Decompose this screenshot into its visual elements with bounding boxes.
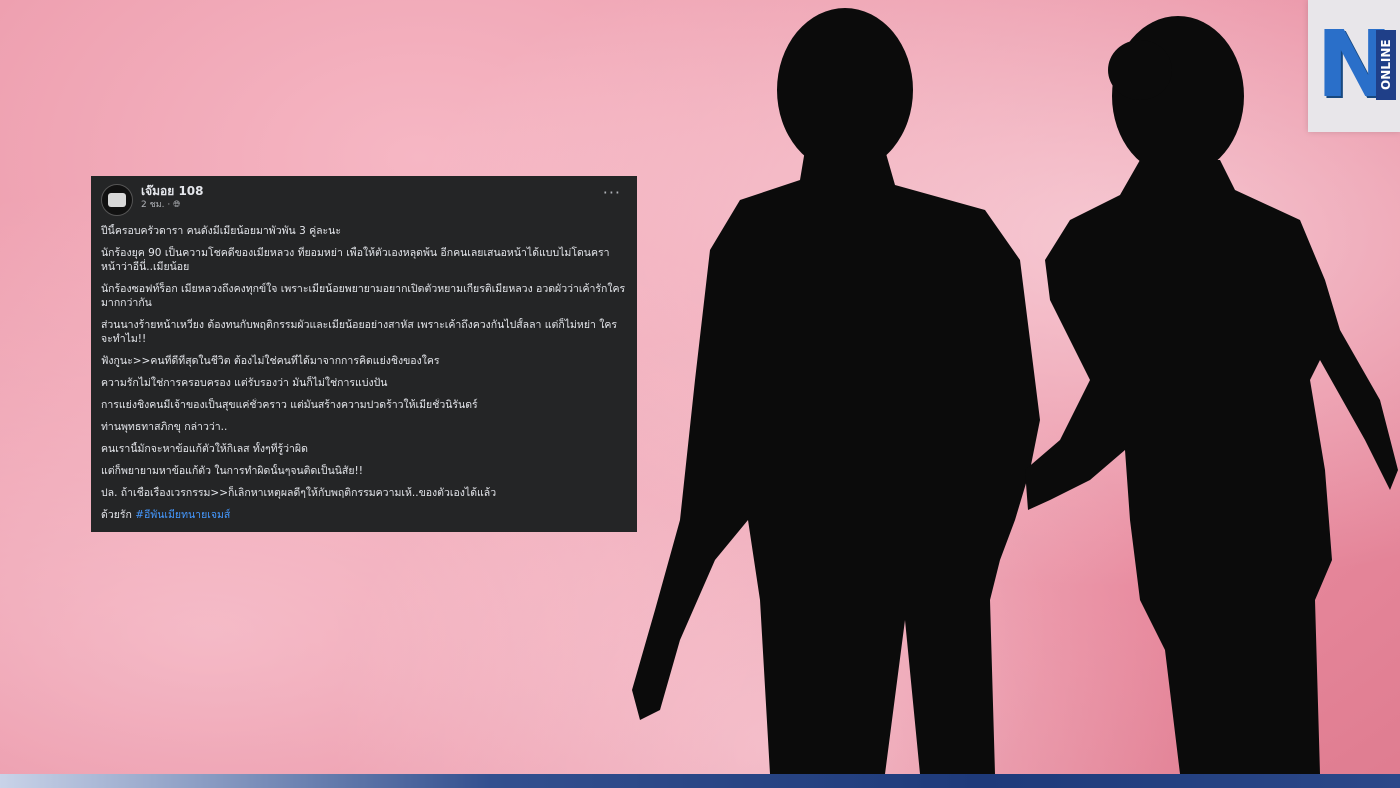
- more-options-icon[interactable]: ···: [603, 184, 627, 202]
- post-line: ปล. ถ้าเชื่อเรื่องเวรกรรม>>ก็เลิกหาเหตุผ…: [101, 487, 497, 499]
- post-meta: 2 ชม. · 🌐︎: [141, 199, 204, 212]
- post-line: ฟังกูนะ>>คนที่ดีที่สุดในชีวิต ต้องไม่ใช่…: [101, 355, 440, 367]
- post-line: ปีนี้ครอบครัวดารา คนดังมีเมียน้อยมาพัวพั…: [101, 225, 341, 237]
- closing-prefix: ด้วยรัก: [101, 509, 132, 521]
- facebook-post-card: เจ๊มอย 108 2 ชม. · 🌐︎ ··· ปีนี้ครอบครัวด…: [91, 176, 637, 532]
- post-author-block: เจ๊มอย 108 2 ชม. · 🌐︎: [141, 184, 204, 212]
- logo-mark: N: [1316, 11, 1393, 118]
- post-line: ท่านพุทธทาสภิกขุ กล่าวว่า..: [101, 421, 228, 433]
- avatar-image: [108, 193, 126, 207]
- post-body: ปีนี้ครอบครัวดารา คนดังมีเมียน้อยมาพัวพั…: [101, 224, 627, 522]
- bottom-bar: [0, 774, 1400, 788]
- post-time[interactable]: 2 ชม.: [141, 200, 165, 210]
- post-line: ส่วนนางร้ายหน้าเหวี่ยง ต้องทนกับพฤติกรรม…: [101, 319, 618, 345]
- logo-label: ONLINE: [1376, 30, 1396, 100]
- globe-icon: 🌐︎: [173, 200, 181, 210]
- post-line: ความรักไม่ใช่การครอบครอง แต่รับรองว่า มั…: [101, 377, 388, 389]
- post-author[interactable]: เจ๊มอย 108: [141, 184, 204, 199]
- post-header: เจ๊มอย 108 2 ชม. · 🌐︎ ···: [101, 184, 627, 218]
- post-line: การแย่งชิงคนมีเจ้าของเป็นสุขแค่ชั่วคราว …: [101, 399, 478, 411]
- post-line: นักร้องยุค 90 เป็นความโชคดีของเมียหลวง ท…: [101, 247, 610, 273]
- couple-silhouette-image: [632, 8, 1398, 774]
- post-line: แต่ก็พยายามหาข้อแก้ตัว ในการทำผิดนั้นๆจน…: [101, 465, 363, 477]
- hashtag-link[interactable]: #อีพันเมียทนายเจมส์: [135, 509, 230, 521]
- post-closing: ด้วยรัก #อีพันเมียทนายเจมส์: [101, 508, 627, 522]
- post-line: นักร้องซอฟท์ร็อก เมียหลวงถึงคงทุกข์ใจ เพ…: [101, 283, 626, 309]
- post-line: คนเรานี้มักจะหาข้อแก้ตัวให้กิเลส ทั้งๆที…: [101, 443, 308, 455]
- avatar[interactable]: [101, 184, 133, 216]
- n-online-logo: N ONLINE: [1308, 0, 1400, 132]
